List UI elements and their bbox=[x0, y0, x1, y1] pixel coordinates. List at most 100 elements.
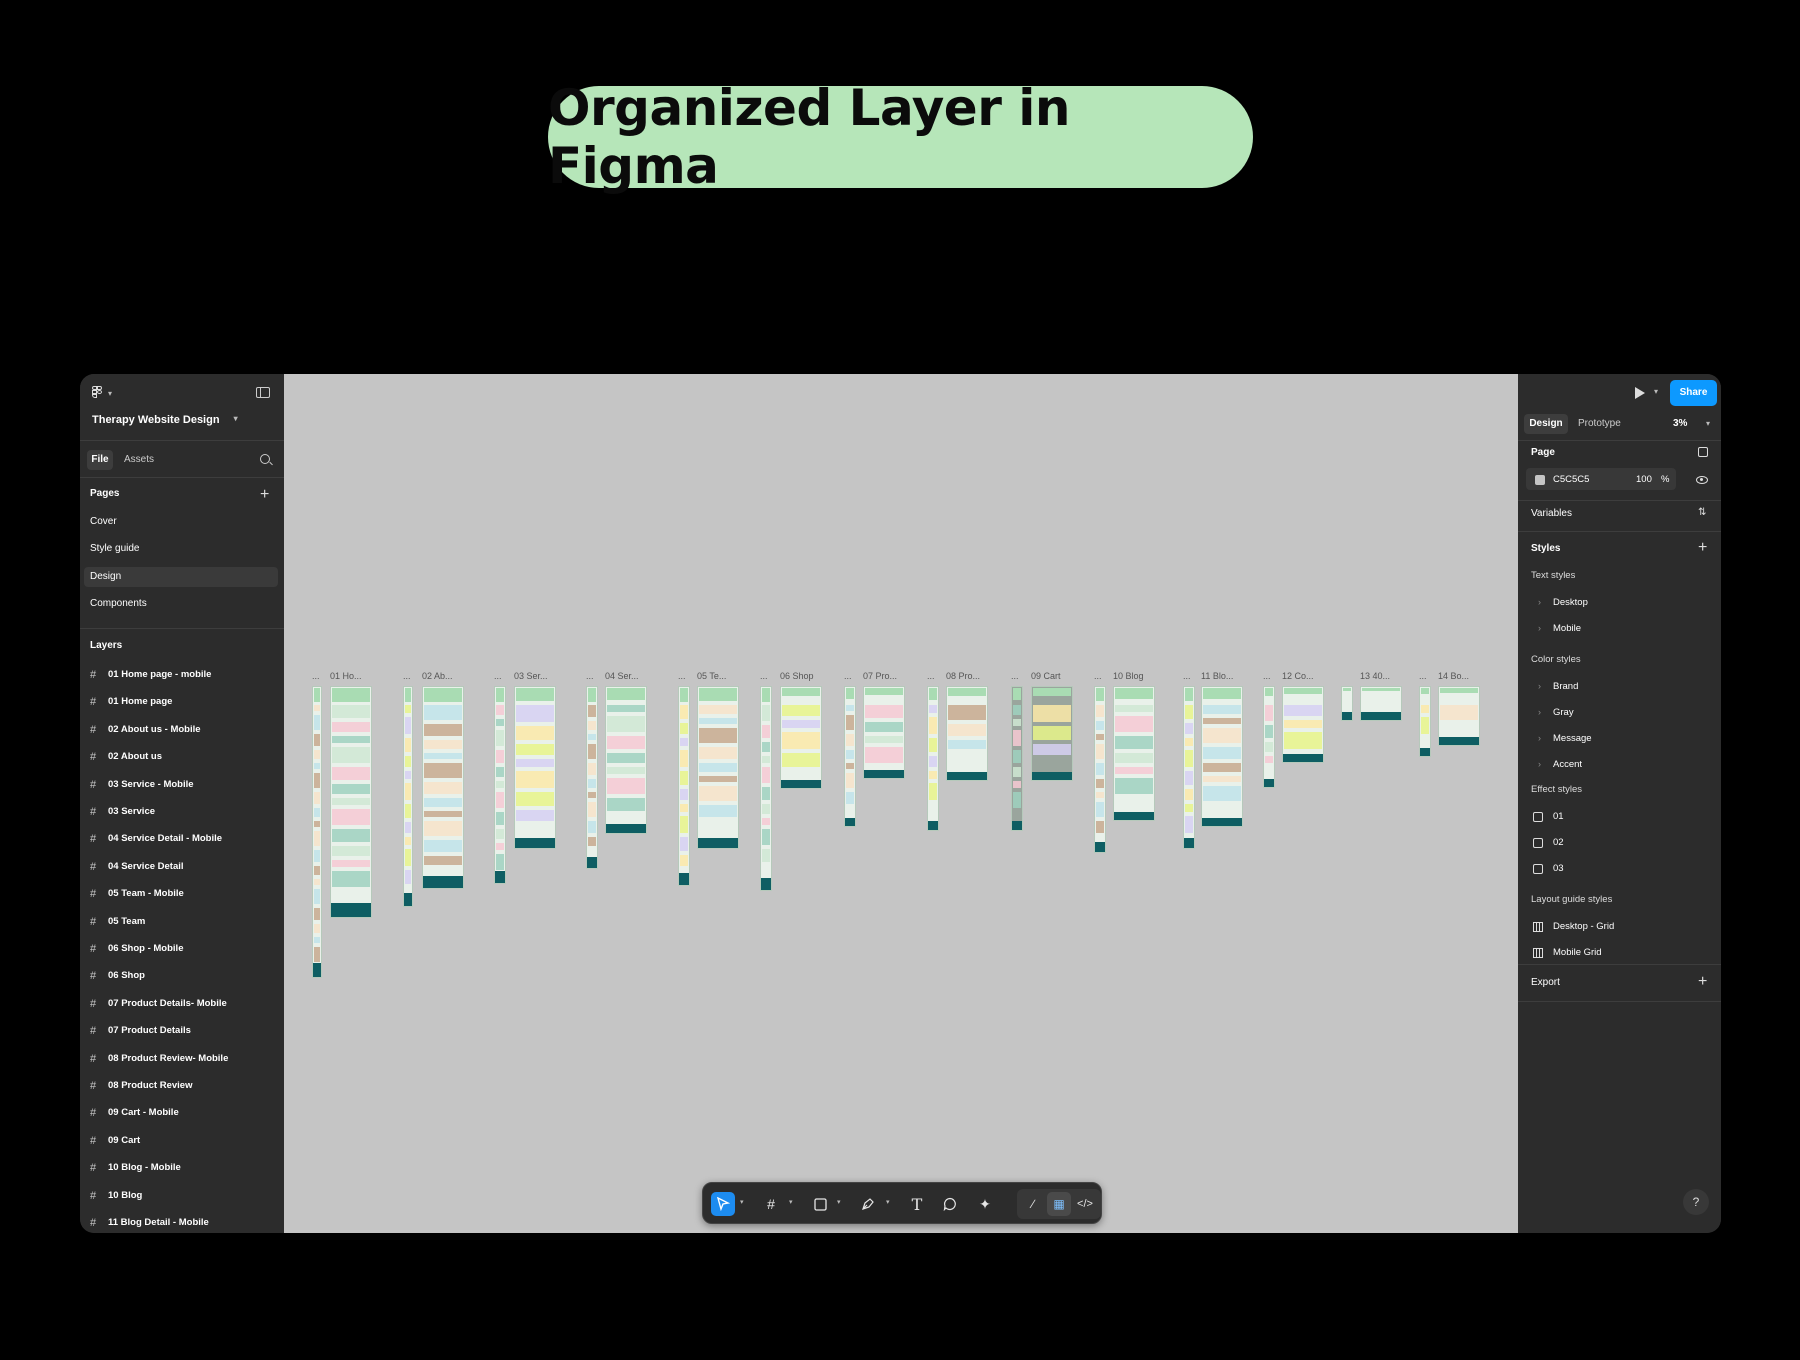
style-item[interactable]: Brand bbox=[1553, 681, 1578, 692]
layer-item[interactable]: #01 Home page bbox=[90, 693, 172, 711]
frame-label[interactable]: 03 Ser... bbox=[514, 671, 548, 681]
style-item[interactable]: 02 bbox=[1553, 837, 1564, 848]
design-frame[interactable] bbox=[780, 686, 822, 789]
fill-hex[interactable]: C5C5C5 bbox=[1553, 474, 1589, 485]
frame-icon[interactable]: # bbox=[759, 1192, 783, 1216]
design-frame[interactable] bbox=[330, 686, 372, 918]
frame-label[interactable]: 05 Te... bbox=[697, 671, 726, 681]
search-icon[interactable] bbox=[260, 454, 270, 464]
tab-design[interactable]: Design bbox=[1524, 414, 1568, 434]
frame-label[interactable]: 06 Shop bbox=[780, 671, 814, 681]
frame-label[interactable]: ... bbox=[844, 671, 852, 681]
frame-label[interactable]: ... bbox=[927, 671, 935, 681]
text-icon[interactable]: T bbox=[905, 1192, 929, 1216]
design-frame[interactable] bbox=[1183, 686, 1195, 849]
styles-icon[interactable] bbox=[1698, 447, 1708, 457]
layer-item[interactable]: #07 Product Details bbox=[90, 1022, 191, 1040]
design-frame[interactable] bbox=[1282, 686, 1324, 763]
design-frame[interactable] bbox=[1438, 686, 1480, 746]
style-item[interactable]: Accent bbox=[1553, 759, 1582, 770]
design-frame[interactable] bbox=[586, 686, 598, 869]
frame-label[interactable]: 09 Cart bbox=[1031, 671, 1061, 681]
actions-icon[interactable]: ✦ bbox=[973, 1192, 997, 1216]
design-frame[interactable] bbox=[1011, 686, 1023, 831]
design-frame[interactable] bbox=[697, 686, 739, 849]
frame-label[interactable]: ... bbox=[494, 671, 502, 681]
pen-icon[interactable] bbox=[856, 1192, 880, 1216]
design-frame[interactable] bbox=[1094, 686, 1106, 853]
fill-opacity[interactable]: 100 bbox=[1636, 474, 1652, 485]
layer-item[interactable]: #01 Home page - mobile bbox=[90, 666, 211, 684]
chevron-down-icon[interactable]: ▾ bbox=[1706, 419, 1710, 428]
panel-toggle-icon[interactable] bbox=[256, 387, 270, 398]
rectangle-icon[interactable] bbox=[808, 1192, 832, 1216]
design-frame[interactable] bbox=[844, 686, 856, 827]
zoom-level[interactable]: 3% bbox=[1673, 414, 1687, 434]
design-frame[interactable] bbox=[1419, 686, 1431, 757]
present-play-icon[interactable] bbox=[1635, 387, 1645, 399]
chevron-down-icon[interactable]: ▾ bbox=[886, 1198, 890, 1206]
layer-item[interactable]: #06 Shop bbox=[90, 967, 145, 985]
layer-item[interactable]: #04 Service Detail - Mobile bbox=[90, 830, 222, 848]
chevron-right-icon[interactable]: › bbox=[1538, 707, 1541, 717]
tab-prototype[interactable]: Prototype bbox=[1578, 414, 1621, 434]
style-item[interactable]: Desktop bbox=[1553, 597, 1588, 608]
main-menu-button[interactable]: ▾ bbox=[92, 386, 112, 400]
design-frame[interactable] bbox=[927, 686, 939, 831]
chevron-down-icon[interactable]: ▾ bbox=[837, 1198, 841, 1206]
page-item-cover[interactable]: Cover bbox=[84, 512, 278, 532]
chevron-right-icon[interactable]: › bbox=[1538, 759, 1541, 769]
chevron-right-icon[interactable]: › bbox=[1538, 597, 1541, 607]
design-frame[interactable] bbox=[1031, 686, 1073, 781]
design-frame[interactable] bbox=[605, 686, 647, 834]
design-frame[interactable] bbox=[1360, 686, 1402, 721]
style-item[interactable]: Desktop - Grid bbox=[1553, 921, 1614, 932]
design-frame[interactable] bbox=[946, 686, 988, 781]
variables-title[interactable]: Variables bbox=[1531, 508, 1572, 519]
layer-item[interactable]: #04 Service Detail bbox=[90, 858, 184, 876]
frame-label[interactable]: ... bbox=[312, 671, 320, 681]
design-frame[interactable] bbox=[1201, 686, 1243, 827]
design-mode-icon[interactable]: ▦ bbox=[1047, 1192, 1071, 1216]
layer-item[interactable]: #08 Product Review- Mobile bbox=[90, 1050, 228, 1068]
chevron-down-icon[interactable]: ▾ bbox=[1654, 387, 1658, 396]
design-frame[interactable] bbox=[863, 686, 905, 779]
add-page-icon[interactable]: + bbox=[260, 487, 269, 503]
page-item-components[interactable]: Components bbox=[84, 594, 278, 614]
layer-item[interactable]: #05 Team - Mobile bbox=[90, 885, 184, 903]
frame-label[interactable]: 11 Blo... bbox=[1201, 671, 1233, 681]
layer-item[interactable]: #02 About us bbox=[90, 748, 162, 766]
help-button[interactable]: ? bbox=[1683, 1189, 1709, 1215]
comment-icon[interactable] bbox=[938, 1192, 962, 1216]
design-frame[interactable] bbox=[1263, 686, 1275, 788]
chevron-down-icon[interactable]: ▾ bbox=[740, 1198, 744, 1206]
frame-label[interactable]: ... bbox=[760, 671, 768, 681]
eye-icon[interactable] bbox=[1696, 476, 1708, 484]
design-frame[interactable] bbox=[312, 686, 322, 978]
style-item[interactable]: 03 bbox=[1553, 863, 1564, 874]
frame-label[interactable]: 01 Ho... bbox=[330, 671, 362, 681]
design-frame[interactable] bbox=[1341, 686, 1353, 721]
move-icon[interactable] bbox=[711, 1192, 735, 1216]
chevron-down-icon[interactable]: ▾ bbox=[789, 1198, 793, 1206]
layer-item[interactable]: #08 Product Review bbox=[90, 1077, 192, 1095]
add-style-icon[interactable]: + bbox=[1698, 540, 1707, 556]
frame-label[interactable]: 07 Pro... bbox=[863, 671, 897, 681]
design-frame[interactable] bbox=[514, 686, 556, 849]
frame-label[interactable]: 04 Ser... bbox=[605, 671, 639, 681]
layer-item[interactable]: #11 Blog Detail - Mobile bbox=[90, 1214, 209, 1232]
chevron-right-icon[interactable]: › bbox=[1538, 681, 1541, 691]
layer-item[interactable]: #07 Product Details- Mobile bbox=[90, 995, 227, 1013]
layer-item[interactable]: #03 Service - Mobile bbox=[90, 776, 194, 794]
frame-label[interactable]: 14 Bo... bbox=[1438, 671, 1469, 681]
page-item-design[interactable]: Design bbox=[84, 567, 278, 587]
share-button[interactable]: Share bbox=[1670, 380, 1717, 406]
style-item[interactable]: Mobile bbox=[1553, 623, 1581, 634]
frame-label[interactable]: ... bbox=[1419, 671, 1427, 681]
layer-item[interactable]: #05 Team bbox=[90, 913, 145, 931]
frame-label[interactable]: ... bbox=[1183, 671, 1191, 681]
sliders-icon[interactable]: ⇅ bbox=[1698, 507, 1706, 518]
draw-mode-icon[interactable]: ∕ bbox=[1021, 1192, 1045, 1216]
chevron-right-icon[interactable]: › bbox=[1538, 733, 1541, 743]
design-frame[interactable] bbox=[422, 686, 464, 889]
